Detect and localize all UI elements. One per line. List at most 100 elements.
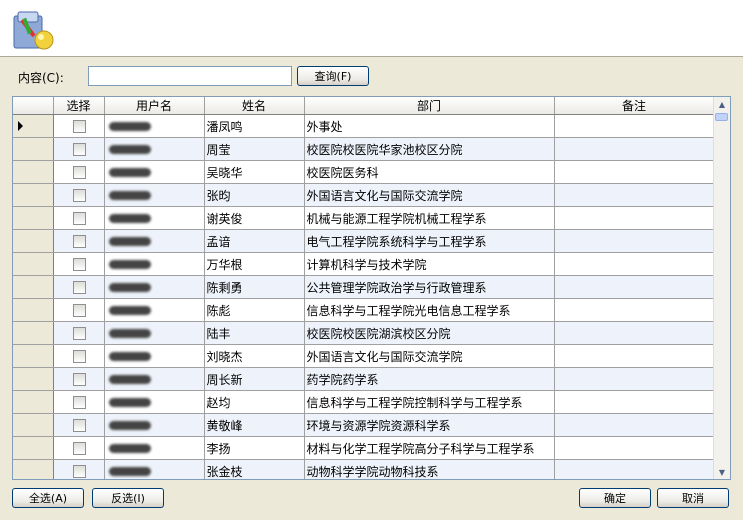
table-row[interactable]: 黄敬峰 环境与资源学院资源科学系 (13, 413, 715, 437)
name-cell[interactable]: 陈彪 (204, 298, 305, 322)
username-cell[interactable] (104, 321, 205, 345)
username-cell[interactable] (104, 436, 205, 460)
select-cell[interactable] (53, 321, 105, 345)
table-row[interactable]: 陈彪 信息科学与工程学院光电信息工程学系 (13, 298, 715, 322)
note-cell[interactable] (554, 137, 715, 161)
table-row[interactable]: 张昀 外国语言文化与国际交流学院 (13, 183, 715, 207)
note-cell[interactable] (554, 275, 715, 299)
name-cell[interactable]: 李扬 (204, 436, 305, 460)
user-grid[interactable]: 选择 用户名 姓名 部门 备注 潘凤鸣 外事处 周莹 校医院校医院华家池校区分院 吴晓华… (12, 96, 731, 480)
select-cell[interactable] (53, 390, 105, 414)
row-header[interactable] (13, 229, 54, 253)
name-cell[interactable]: 张昀 (204, 183, 305, 207)
vertical-scrollbar[interactable]: ▲ ▼ (713, 97, 730, 479)
row-checkbox[interactable] (73, 119, 86, 133)
row-header[interactable] (13, 252, 54, 276)
department-cell[interactable]: 机械与能源工程学院机械工程学系 (304, 206, 555, 230)
table-row[interactable]: 赵均 信息科学与工程学院控制科学与工程学系 (13, 390, 715, 414)
name-cell[interactable]: 赵均 (204, 390, 305, 414)
username-cell[interactable] (104, 160, 205, 184)
name-cell[interactable]: 陆丰 (204, 321, 305, 345)
department-cell[interactable]: 校医院校医院华家池校区分院 (304, 137, 555, 161)
column-header-department[interactable]: 部门 (304, 97, 555, 115)
select-cell[interactable] (53, 298, 105, 322)
table-row[interactable]: 陈剩勇 公共管理学院政治学与行政管理系 (13, 275, 715, 299)
name-cell[interactable]: 谢英俊 (204, 206, 305, 230)
username-cell[interactable] (104, 344, 205, 368)
cancel-button[interactable]: 取消 (657, 488, 729, 508)
row-header[interactable] (13, 321, 54, 345)
row-checkbox[interactable] (73, 257, 86, 271)
note-cell[interactable] (554, 114, 715, 138)
row-checkbox[interactable] (73, 464, 86, 478)
department-cell[interactable]: 电气工程学院系统科学与工程学系 (304, 229, 555, 253)
department-cell[interactable]: 环境与资源学院资源科学系 (304, 413, 555, 437)
row-checkbox[interactable] (73, 418, 86, 432)
row-checkbox[interactable] (73, 280, 86, 294)
table-row[interactable]: 孟谙 电气工程学院系统科学与工程学系 (13, 229, 715, 253)
scroll-up-icon[interactable]: ▲ (714, 97, 730, 111)
select-cell[interactable] (53, 114, 105, 138)
invert-selection-button[interactable]: 反选(I) (92, 488, 164, 508)
department-cell[interactable]: 信息科学与工程学院光电信息工程学系 (304, 298, 555, 322)
column-header-note[interactable]: 备注 (554, 97, 715, 115)
row-header[interactable] (13, 160, 54, 184)
select-all-button[interactable]: 全选(A) (12, 488, 84, 508)
column-header-name[interactable]: 姓名 (204, 97, 305, 115)
name-cell[interactable]: 万华根 (204, 252, 305, 276)
department-cell[interactable]: 动物科学学院动物科技系 (304, 459, 555, 479)
department-cell[interactable]: 计算机科学与技术学院 (304, 252, 555, 276)
name-cell[interactable]: 黄敬峰 (204, 413, 305, 437)
row-header[interactable] (13, 390, 54, 414)
row-header[interactable] (13, 413, 54, 437)
note-cell[interactable] (554, 183, 715, 207)
note-cell[interactable] (554, 321, 715, 345)
department-cell[interactable]: 校医院医务科 (304, 160, 555, 184)
row-checkbox[interactable] (73, 441, 86, 455)
name-cell[interactable]: 孟谙 (204, 229, 305, 253)
note-cell[interactable] (554, 459, 715, 479)
row-checkbox[interactable] (73, 303, 86, 317)
username-cell[interactable] (104, 229, 205, 253)
row-checkbox[interactable] (73, 211, 86, 225)
row-header[interactable] (13, 298, 54, 322)
department-cell[interactable]: 公共管理学院政治学与行政管理系 (304, 275, 555, 299)
note-cell[interactable] (554, 367, 715, 391)
row-header[interactable] (13, 114, 54, 138)
table-row[interactable]: 吴晓华 校医院医务科 (13, 160, 715, 184)
select-cell[interactable] (53, 459, 105, 479)
row-checkbox[interactable] (73, 372, 86, 386)
select-cell[interactable] (53, 436, 105, 460)
department-cell[interactable]: 外事处 (304, 114, 555, 138)
select-cell[interactable] (53, 229, 105, 253)
select-cell[interactable] (53, 160, 105, 184)
username-cell[interactable] (104, 413, 205, 437)
note-cell[interactable] (554, 344, 715, 368)
note-cell[interactable] (554, 252, 715, 276)
department-cell[interactable]: 材料与化学工程学院高分子科学与工程学系 (304, 436, 555, 460)
column-header-username[interactable]: 用户名 (104, 97, 205, 115)
row-checkbox[interactable] (73, 234, 86, 248)
username-cell[interactable] (104, 137, 205, 161)
note-cell[interactable] (554, 298, 715, 322)
name-cell[interactable]: 陈剩勇 (204, 275, 305, 299)
name-cell[interactable]: 吴晓华 (204, 160, 305, 184)
select-cell[interactable] (53, 206, 105, 230)
username-cell[interactable] (104, 114, 205, 138)
row-checkbox[interactable] (73, 165, 86, 179)
department-cell[interactable]: 外国语言文化与国际交流学院 (304, 183, 555, 207)
username-cell[interactable] (104, 206, 205, 230)
row-header[interactable] (13, 367, 54, 391)
select-cell[interactable] (53, 252, 105, 276)
username-cell[interactable] (104, 183, 205, 207)
note-cell[interactable] (554, 160, 715, 184)
column-header-select[interactable]: 选择 (53, 97, 105, 115)
username-cell[interactable] (104, 275, 205, 299)
table-row[interactable]: 陆丰 校医院校医院湖滨校区分院 (13, 321, 715, 345)
row-checkbox[interactable] (73, 326, 86, 340)
row-header[interactable] (13, 344, 54, 368)
name-cell[interactable]: 周长新 (204, 367, 305, 391)
table-row[interactable]: 周莹 校医院校医院华家池校区分院 (13, 137, 715, 161)
note-cell[interactable] (554, 229, 715, 253)
table-row[interactable]: 张金枝 动物科学学院动物科技系 (13, 459, 715, 479)
